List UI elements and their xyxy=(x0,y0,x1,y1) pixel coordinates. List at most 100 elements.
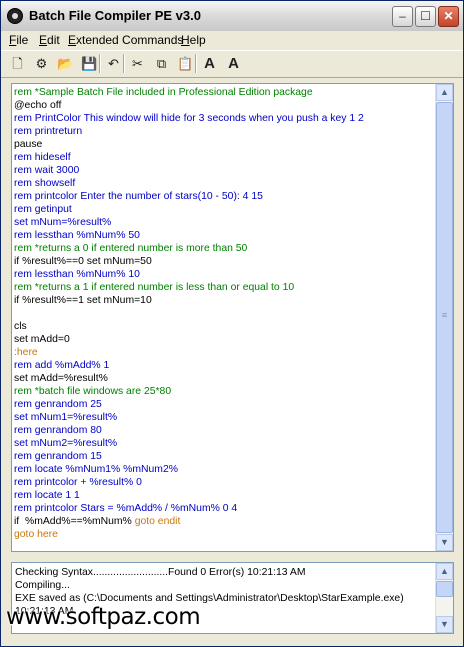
code-line[interactable]: :here xyxy=(14,346,434,359)
code-line-text: rem *returns a 0 if entered number is mo… xyxy=(14,243,248,254)
code-line-text: cls xyxy=(14,321,27,332)
code-line-text: rem add %mAdd% 1 xyxy=(14,360,110,371)
editor-scrollbar[interactable]: ▲ ≡ ▼ xyxy=(435,84,453,551)
font-decrease-icon[interactable]: A xyxy=(223,53,244,74)
code-editor[interactable]: rem *Sample Batch File included in Profe… xyxy=(11,83,454,552)
code-line-text: rem lessthan %mNum% 50 xyxy=(14,230,140,241)
menu-edit[interactable]: Edit xyxy=(39,33,60,47)
code-line[interactable]: rem wait 3000 xyxy=(14,164,434,177)
toolbar-separator xyxy=(99,54,101,73)
code-line[interactable]: set mNum1=%result% xyxy=(14,411,434,424)
code-line[interactable]: rem printcolor + %result% 0 xyxy=(14,476,434,489)
code-line-text: @echo off xyxy=(14,100,62,111)
code-line-text: rem *Sample Batch File included in Profe… xyxy=(14,87,313,98)
new-file-icon[interactable]: 🗋 xyxy=(7,53,28,74)
code-line[interactable]: cls xyxy=(14,320,434,333)
toolbar: 🗋 ⚙ 📂 💾 ↶ ✂ ⧉ 📋 A A xyxy=(1,50,463,78)
code-line[interactable]: rem *Sample Batch File included in Profe… xyxy=(14,86,434,99)
code-line[interactable]: @echo off xyxy=(14,99,434,112)
scroll-up-icon[interactable]: ▲ xyxy=(436,84,453,101)
menu-bar: File Edit Extended Commands Help xyxy=(1,31,463,49)
output-line: Compiling... xyxy=(15,580,70,591)
code-line[interactable]: rem printcolor Stars = %mAdd% / %mNum% 0… xyxy=(14,502,434,515)
code-line-text: if %result%==1 set mNum=10 xyxy=(14,295,152,306)
code-line[interactable]: rem lessthan %mNum% 10 xyxy=(14,268,434,281)
code-line[interactable]: rem *returns a 0 if entered number is mo… xyxy=(14,242,434,255)
code-line[interactable]: set mNum2=%result% xyxy=(14,437,434,450)
close-button[interactable]: ✕ xyxy=(438,6,459,27)
toolbar-separator xyxy=(123,54,125,73)
code-line[interactable]: set mNum=%result% xyxy=(14,216,434,229)
code-line-text: rem genrandom 80 xyxy=(14,425,102,436)
code-line[interactable]: rem lessthan %mNum% 50 xyxy=(14,229,434,242)
menu-help[interactable]: Help xyxy=(181,33,206,47)
code-line-label: goto endit xyxy=(134,516,181,527)
scroll-thumb[interactable]: ≡ xyxy=(436,102,453,533)
code-line-text: rem *returns a 1 if entered number is le… xyxy=(14,282,295,293)
code-line[interactable]: rem add %mAdd% 1 xyxy=(14,359,434,372)
code-line[interactable]: set mAdd=0 xyxy=(14,333,434,346)
code-line-text: rem locate 1 1 xyxy=(14,490,80,501)
code-line[interactable]: pause xyxy=(14,138,434,151)
code-line[interactable]: if %mAdd%==%mNum% goto endit xyxy=(14,515,434,528)
window-title: Batch File Compiler PE v3.0 xyxy=(29,8,201,23)
menu-file[interactable]: File xyxy=(9,33,28,47)
code-line[interactable]: rem *returns a 1 if entered number is le… xyxy=(14,281,434,294)
code-line-text: rem wait 3000 xyxy=(14,165,80,176)
code-line[interactable]: rem genrandom 15 xyxy=(14,450,434,463)
output-scroll-down-icon[interactable]: ▼ xyxy=(436,616,453,633)
code-line-text: if %mAdd%==%mNum% xyxy=(14,516,135,527)
code-line-text: set mNum1=%result% xyxy=(14,412,118,423)
title-bar[interactable]: Batch File Compiler PE v3.0 – ☐ ✕ xyxy=(1,1,463,31)
undo-icon[interactable]: ↶ xyxy=(103,53,124,74)
menu-help-mnemonic: H xyxy=(181,33,190,47)
code-text-area[interactable]: rem *Sample Batch File included in Profe… xyxy=(14,86,434,549)
font-increase-icon[interactable]: A xyxy=(199,53,220,74)
menu-extended-label: xtended Commands xyxy=(76,33,184,47)
output-scroll-thumb[interactable] xyxy=(436,581,453,597)
code-line-text: rem showself xyxy=(14,178,76,189)
code-line[interactable]: rem getinput xyxy=(14,203,434,216)
code-line[interactable]: goto here xyxy=(14,528,434,541)
code-line[interactable]: if %result%==0 set mNum=50 xyxy=(14,255,434,268)
copy-icon[interactable]: ⧉ xyxy=(151,53,172,74)
menu-extended-mnemonic: E xyxy=(68,33,77,47)
maximize-button[interactable]: ☐ xyxy=(415,6,436,27)
code-line[interactable]: rem printreturn xyxy=(14,125,434,138)
code-line[interactable]: rem hideself xyxy=(14,151,434,164)
output-scrollbar[interactable]: ▲ ▼ xyxy=(435,563,453,633)
code-line-text: pause xyxy=(14,139,43,150)
code-line[interactable]: rem locate %mNum1% %mNum2% xyxy=(14,463,434,476)
cut-icon[interactable]: ✂ xyxy=(127,53,148,74)
menu-extended-commands[interactable]: Extended Commands xyxy=(68,33,183,47)
menu-edit-label: dit xyxy=(47,33,60,47)
code-line-text: rem hideself xyxy=(14,152,71,163)
paste-icon[interactable]: 📋 xyxy=(175,53,196,74)
code-line-text: if %result%==0 set mNum=50 xyxy=(14,256,152,267)
code-line[interactable]: rem genrandom 25 xyxy=(14,398,434,411)
code-line-text: set mNum=%result% xyxy=(14,217,112,228)
compile-gear-icon[interactable]: ⚙ xyxy=(31,53,52,74)
code-line[interactable]: set mAdd=%result% xyxy=(14,372,434,385)
code-line-text: rem lessthan %mNum% 10 xyxy=(14,269,140,280)
code-line-text: set mNum2=%result% xyxy=(14,438,118,449)
scroll-down-icon[interactable]: ▼ xyxy=(436,534,453,551)
code-line[interactable]: rem printcolor Enter the number of stars… xyxy=(14,190,434,203)
code-line-text: rem printcolor Stars = %mAdd% / %mNum% 0… xyxy=(14,503,238,514)
code-line[interactable]: rem locate 1 1 xyxy=(14,489,434,502)
code-line[interactable]: rem PrintColor This window will hide for… xyxy=(14,112,434,125)
code-line-text: rem PrintColor This window will hide for… xyxy=(14,113,364,124)
minimize-button[interactable]: – xyxy=(392,6,413,27)
open-folder-icon[interactable]: 📂 xyxy=(55,53,76,74)
code-line-text: rem genrandom 25 xyxy=(14,399,102,410)
code-line[interactable]: rem *batch file windows are 25*80 xyxy=(14,385,434,398)
output-scroll-up-icon[interactable]: ▲ xyxy=(436,563,453,580)
app-gear-icon[interactable] xyxy=(7,8,23,24)
save-disk-icon[interactable]: 💾 xyxy=(79,53,100,74)
app-window: Batch File Compiler PE v3.0 – ☐ ✕ File E… xyxy=(0,0,464,647)
code-line[interactable] xyxy=(14,307,434,320)
code-line[interactable]: rem genrandom 80 xyxy=(14,424,434,437)
toolbar-separator xyxy=(195,54,197,73)
code-line[interactable]: if %result%==1 set mNum=10 xyxy=(14,294,434,307)
code-line[interactable]: rem showself xyxy=(14,177,434,190)
